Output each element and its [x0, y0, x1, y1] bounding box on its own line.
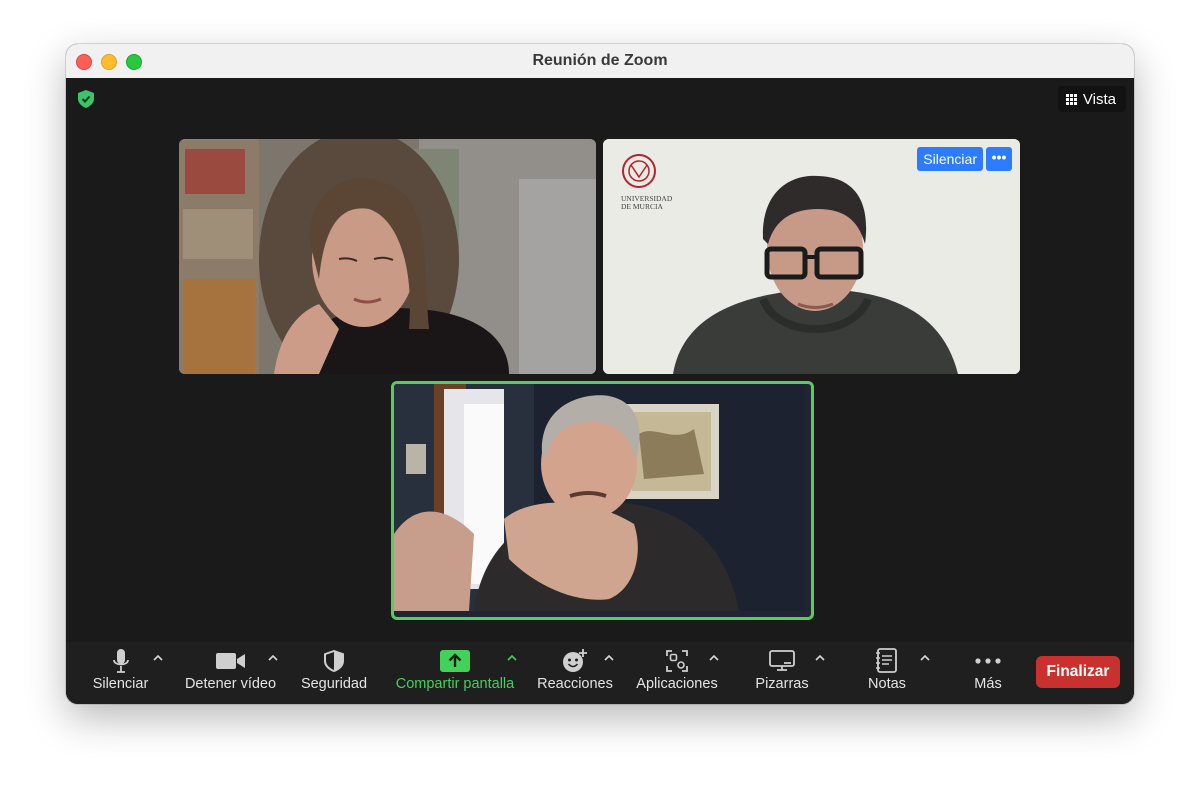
participant-video-tile[interactable]: UNIVERSIDAD DE MURCIA Silenciar ••• [603, 139, 1020, 374]
chevron-up-icon[interactable] [920, 654, 930, 662]
chevron-up-icon[interactable] [507, 654, 517, 662]
share-screen-icon [440, 650, 470, 672]
mute-button-label: Silenciar [92, 676, 149, 692]
share-screen-button[interactable]: Compartir pantalla [390, 646, 520, 700]
grid-view-icon [1065, 93, 1077, 105]
window-title: Reunión de Zoom [532, 52, 668, 69]
zoom-meeting-window: Reunión de Zoom Vista UNIVERSIDAD DE MUR… [66, 44, 1134, 704]
notes-button-label: Notas [868, 676, 906, 692]
video-camera-icon [215, 653, 245, 669]
encryption-shield-icon[interactable] [78, 90, 94, 108]
chevron-up-icon[interactable] [709, 654, 719, 662]
mute-participant-button[interactable]: Silenciar [917, 147, 983, 171]
reactions-button-label: Reacciones [537, 676, 613, 692]
logo-text-line-2: DE MURCIA [621, 202, 663, 211]
chevron-up-icon[interactable] [604, 654, 614, 662]
stop-video-button-label: Detener vídeo [184, 676, 277, 692]
microphone-icon [112, 649, 129, 673]
security-button[interactable]: Seguridad [298, 646, 370, 700]
share-screen-button-label: Compartir pantalla [395, 676, 515, 692]
whiteboard-icon [769, 650, 795, 671]
shield-icon [324, 650, 344, 672]
notes-button[interactable]: Notas [858, 646, 916, 700]
whiteboards-button-label: Pizarras [755, 676, 809, 692]
participant-video-man-glasses: UNIVERSIDAD DE MURCIA [603, 139, 1020, 374]
mute-button[interactable]: Silenciar [88, 646, 153, 700]
apps-icon [666, 650, 688, 672]
meeting-toolbar: Silenciar Detener vídeo Seguridad Compar… [66, 642, 1134, 704]
more-button-label: Más [974, 676, 1002, 692]
participant-video-tile[interactable] [179, 139, 596, 374]
participant-video-man-gesturing [394, 384, 805, 611]
more-dots-icon [975, 658, 1001, 664]
chevron-up-icon[interactable] [268, 654, 278, 662]
chevron-up-icon[interactable] [815, 654, 825, 662]
view-button[interactable]: Vista [1057, 86, 1126, 112]
end-meeting-button[interactable]: Finalizar [1036, 656, 1120, 688]
participant-more-options-button[interactable]: ••• [986, 147, 1012, 171]
emoji-plus-icon [563, 649, 587, 672]
active-speaker-video-tile[interactable] [391, 381, 814, 620]
more-button[interactable]: Más [963, 646, 1013, 700]
video-stage: Vista UNIVERSIDAD DE MURCIA Silenciar ••… [66, 78, 1134, 642]
whiteboards-button[interactable]: Pizarras [748, 646, 816, 700]
notes-icon [876, 648, 897, 673]
security-button-label: Seguridad [300, 676, 368, 692]
apps-button-label: Aplicaciones [636, 676, 718, 692]
participant-video-woman [179, 139, 596, 374]
chevron-up-icon[interactable] [153, 654, 163, 662]
view-button-label: Vista [1082, 90, 1116, 108]
title-bar: Reunión de Zoom [66, 44, 1134, 79]
